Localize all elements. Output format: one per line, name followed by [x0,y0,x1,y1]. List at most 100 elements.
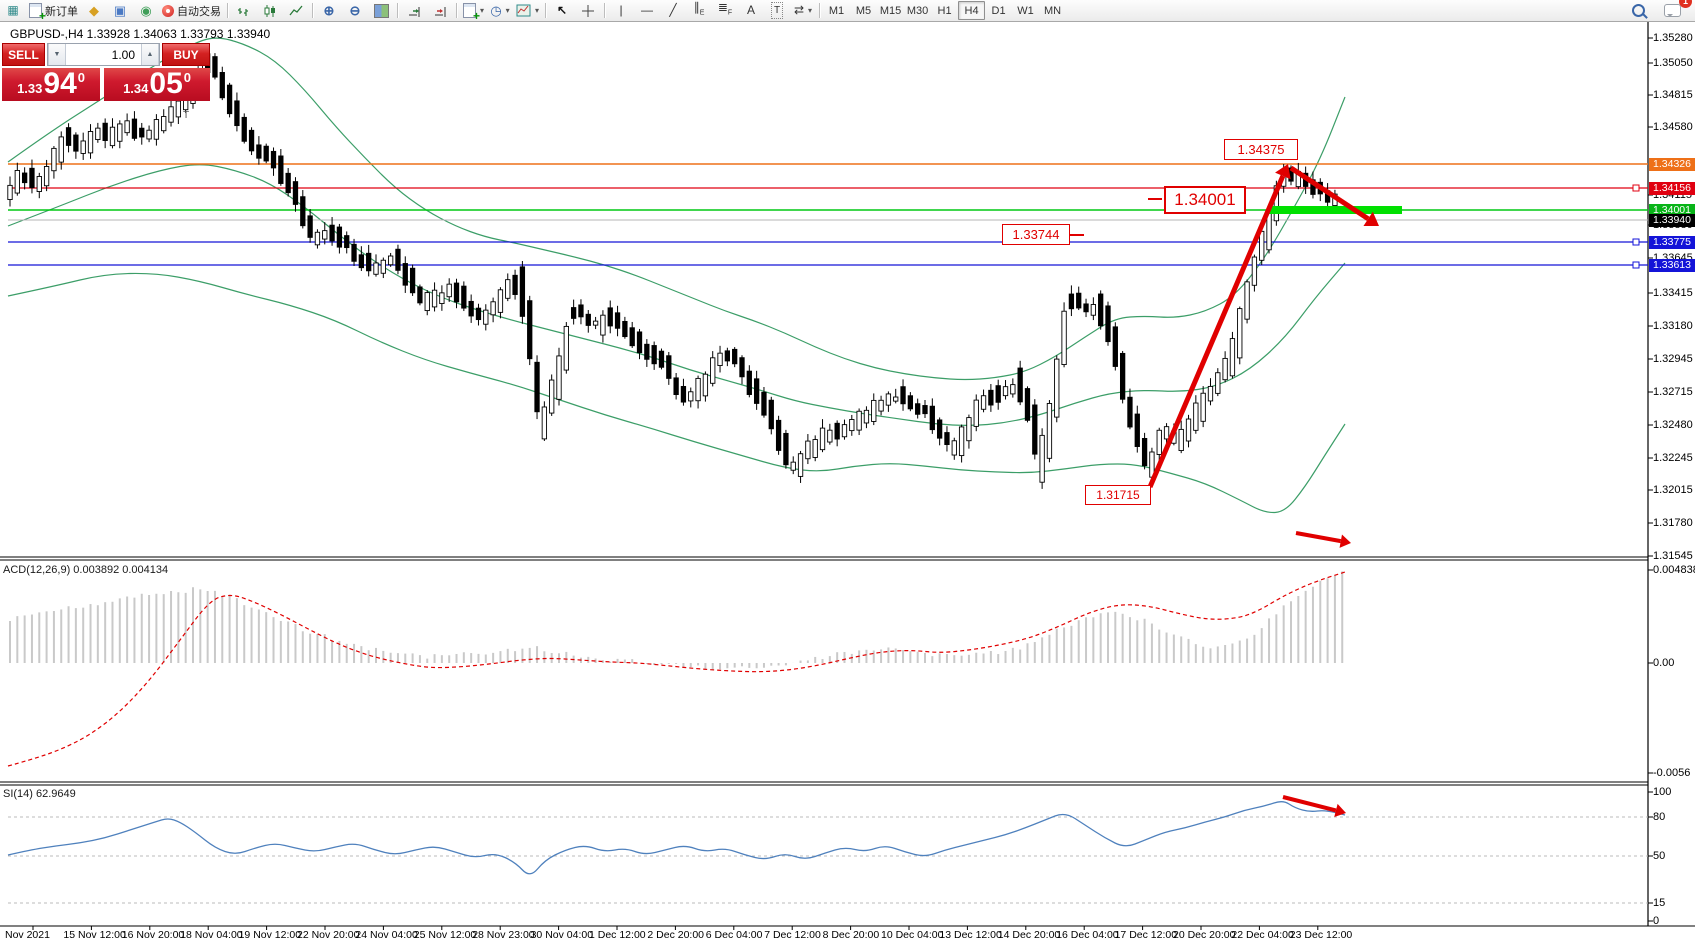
toolbar-separator [604,3,605,18]
timeframe-m15[interactable]: M15 [877,1,904,20]
sell-price-big: 1.33 [17,81,42,96]
timeframe-m1[interactable]: M1 [823,1,850,20]
text-button[interactable]: A [738,1,764,20]
volume-value[interactable]: 1.00 [66,44,141,65]
time-axis-label: 16 Dec 04:00 [1056,929,1118,941]
sell-price-tile[interactable]: 1.33 94 0 [2,68,100,101]
trendline-button[interactable]: ╱ [660,1,686,20]
rsi-axis-tick: 80 [1653,811,1665,823]
timeframe-d1[interactable]: D1 [985,1,1012,20]
time-axis-label: 15 Nov 12:00 [63,929,125,941]
bar-chart-button[interactable] [231,1,257,20]
zoom-out-button[interactable]: ⊖ [342,1,368,20]
zoom-in-button[interactable]: ⊕ [316,1,342,20]
chart-canvas[interactable] [0,0,1695,942]
price-axis-tick: 1.34815 [1653,89,1693,101]
time-axis-label: 20 Dec 20:00 [1173,929,1235,941]
price-axis-tick: 1.32015 [1653,484,1693,496]
time-axis-label: 2 Dec 20:00 [647,929,704,941]
time-axis-label: 17 Dec 12:00 [1115,929,1177,941]
time-axis-label: Nov 2021 [5,929,50,941]
price-axis-tick: 1.34580 [1653,121,1693,133]
rsi-axis-tick: 50 [1653,850,1665,862]
vertical-line-button[interactable]: | [608,1,634,20]
templates-button[interactable] [513,1,542,20]
buy-button[interactable]: BUY [162,43,210,66]
volume-decrease-button[interactable]: ▼ [48,44,66,65]
trendline-icon: ╱ [669,3,676,18]
chart-shift-button[interactable] [427,1,453,20]
text-label-button[interactable]: T [764,1,790,20]
green-support-band [1268,206,1402,214]
text-icon: A [747,3,755,18]
price-axis-tick: 1.31780 [1653,517,1693,529]
horizontal-line-button[interactable]: — [634,1,660,20]
cursor-button[interactable]: ↖ [549,1,575,20]
autotrade-label: 自动交易 [177,3,221,19]
sell-button[interactable]: SELL [2,43,45,66]
toolbar-separator [397,3,398,18]
price-line-badge: 1.34156 [1649,182,1695,195]
timeframe-h4[interactable]: H4 [958,1,985,20]
periods-button[interactable]: ◷ [487,1,513,20]
time-axis-label: 18 Nov 04:00 [180,929,242,941]
one-click-trade-panel: SELL ▼ 1.00 ▲ BUY 1.33 94 0 1.34 05 0 [2,43,210,101]
tile-windows-button[interactable] [368,1,394,20]
rsi-line [8,802,1345,874]
candle-chart-icon [263,4,277,18]
timeframe-w1[interactable]: W1 [1012,1,1039,20]
text-label-icon: T [771,2,783,19]
channel-button[interactable]: ∥E [686,1,712,20]
line-chart-button[interactable] [283,1,309,20]
price-line-badge: 1.34326 [1649,158,1695,171]
timeframe-m5[interactable]: M5 [850,1,877,20]
line-chart-icon [289,4,303,18]
auto-scroll-button[interactable] [401,1,427,20]
symbol-ohlc-header: GBPUSD-,H4 1.33928 1.34063 1.33793 1.339… [10,27,270,41]
buy-price-tile[interactable]: 1.34 05 0 [104,68,210,101]
zoom-in-icon: ⊕ [324,3,335,18]
new-order-icon [29,3,42,18]
volume-increase-button[interactable]: ▲ [141,44,159,65]
search-button[interactable] [1625,1,1651,20]
macd-indicator-label: ACD(12,26,9) 0.003892 0.004134 [3,564,168,576]
rsi-axis-tick: 100 [1653,786,1671,798]
window-button[interactable]: ▦ [0,1,26,20]
timeframe-h1[interactable]: H1 [931,1,958,20]
market-watch-icon: ◆ [89,3,99,18]
candle-chart-button[interactable] [257,1,283,20]
timeframe-m30[interactable]: M30 [904,1,931,20]
cursor-icon: ↖ [557,3,567,18]
price-axis-tick: 1.32945 [1653,353,1693,365]
macd-axis-tick: 0.004838 [1653,564,1695,576]
sell-price-point: 0 [78,70,85,85]
fibonacci-button[interactable]: ≣F [712,1,738,20]
chat-button[interactable]: 1 [1659,1,1685,20]
crosshair-button[interactable] [575,1,601,20]
data-window-button[interactable]: ▣ [107,1,133,20]
market-watch-button[interactable]: ◆ [81,1,107,20]
autotrade-button[interactable]: 自动交易 [159,1,224,20]
new-order-button[interactable]: 新订单 [26,1,81,20]
toolbar-separator [227,3,228,18]
indicators-button[interactable] [460,1,487,20]
time-axis-label: 19 Nov 12:00 [239,929,301,941]
price-axis-tick: 1.31545 [1653,550,1693,562]
window-icon: ▦ [7,3,18,18]
time-axis-label: 30 Nov 04:00 [531,929,593,941]
time-axis-label: 13 Dec 12:00 [939,929,1001,941]
price-annotation-label: 1.34001 [1164,186,1246,214]
annotation-dash [1148,198,1162,200]
arrows-button[interactable]: ⇄ [790,1,816,20]
chart-window: GBPUSD-,H4 1.33928 1.34063 1.33793 1.339… [0,0,1695,942]
time-axis-label: 22 Nov 20:00 [297,929,359,941]
price-axis-tick: 1.35050 [1653,57,1693,69]
rsi-level-lines [8,817,1648,903]
navigator-button[interactable]: ◉ [133,1,159,20]
autotrade-icon [162,5,174,17]
buy-price-point: 0 [184,70,191,85]
timeframe-mn[interactable]: MN [1039,1,1066,20]
bar-chart-icon [237,4,251,18]
search-icon [1632,4,1645,17]
time-axis-label: 10 Dec 04:00 [881,929,943,941]
